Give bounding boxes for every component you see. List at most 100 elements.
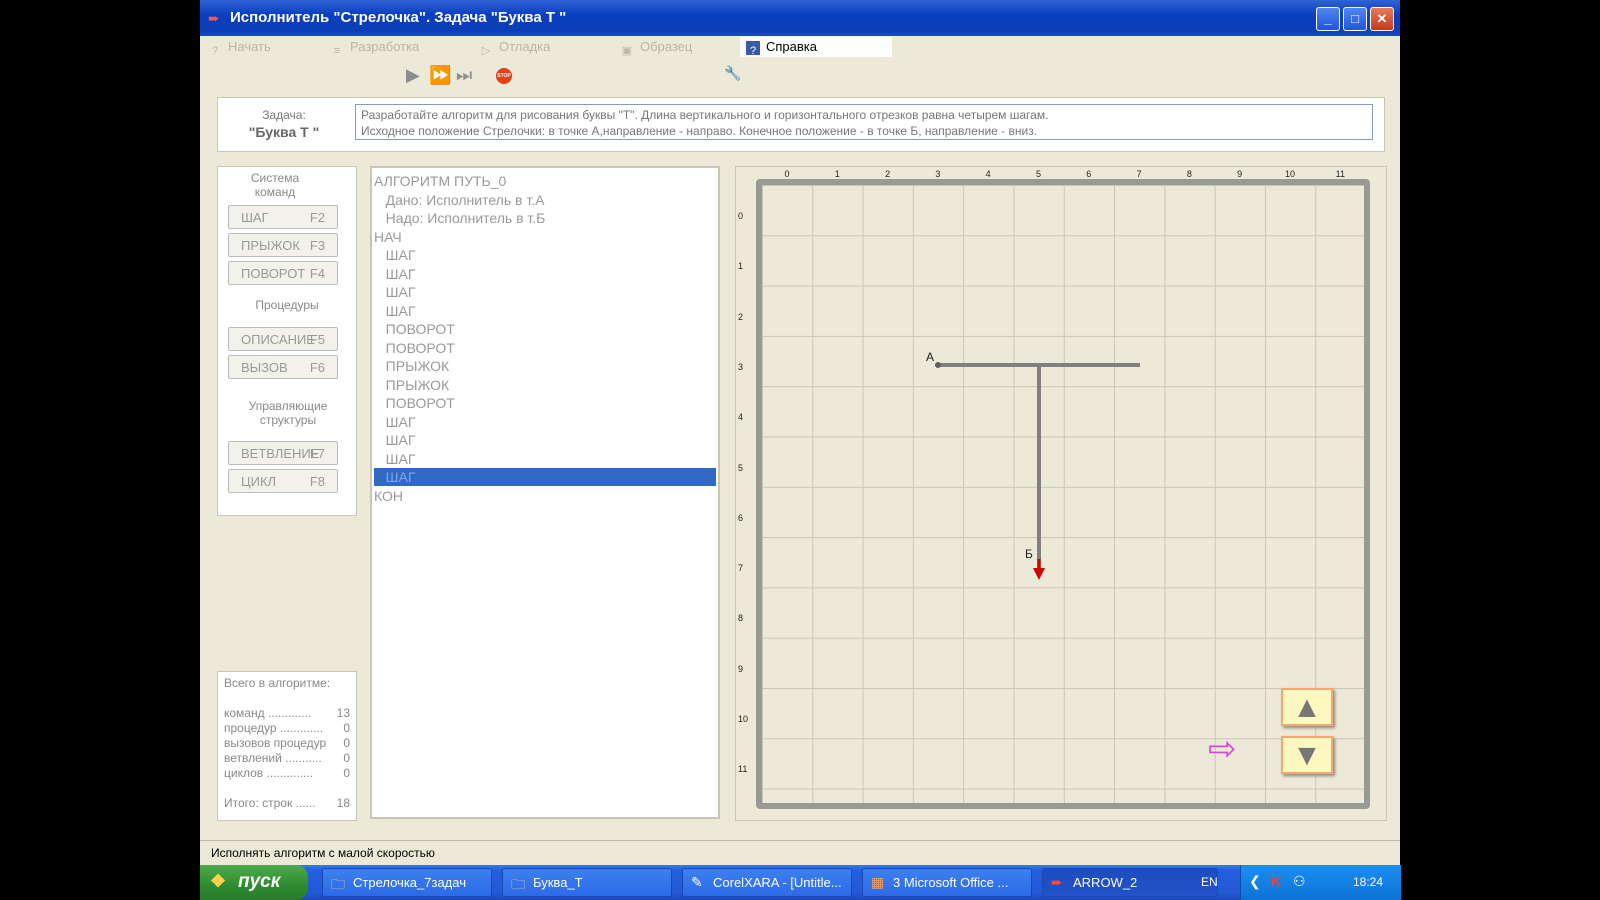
fast-run-button[interactable]: ⏭ — [456, 65, 472, 86]
button-label: ЦИКЛ — [241, 474, 277, 489]
code-line[interactable]: ПОВОРОТ — [374, 339, 716, 357]
taskbar-item-corelxara[interactable]: ✎ CorelXARA - [Untitle... — [682, 868, 852, 897]
arrow-pointer-icon: ⇨ — [1208, 730, 1237, 768]
control-structures-title: Управляющие структуры — [248, 399, 328, 427]
stat-value: 18 — [336, 796, 350, 810]
code-line[interactable]: ШАГ — [374, 413, 716, 431]
code-line[interactable]: ШАГ — [374, 265, 716, 283]
help-book-icon: ? — [746, 41, 760, 57]
cmd-turn-button[interactable]: ПОВОРОТ F4 — [228, 261, 338, 285]
x-tick-label: 8 — [1186, 169, 1192, 179]
task-line-2: Исходное положение Стрелочки: в точке А,… — [361, 124, 1038, 138]
code-line[interactable]: ПРЫЖОК — [374, 357, 716, 375]
task-box: Задача: "Буква Т " Разработайте алгоритм… — [217, 97, 1385, 152]
taskbar: ❖ пуск 🗀 Стрелочка_7задач 🗀 Буква_Т ✎ Corel… — [200, 865, 1401, 900]
folder-icon: 🗀 — [511, 876, 525, 892]
taskbar-item-office[interactable]: ▦ 3 Microsoft Office ... — [862, 868, 1032, 897]
maximize-button[interactable]: □ — [1343, 7, 1367, 31]
windows-logo-icon: ❖ — [210, 871, 227, 891]
cmd-jump-button[interactable]: ПРЫЖОК F3 — [228, 233, 338, 257]
code-line[interactable]: ШАГ — [374, 246, 716, 264]
stat-label: циклов .............. — [224, 766, 314, 780]
language-indicator[interactable]: EN — [1201, 875, 1218, 889]
close-button[interactable]: ✕ — [1370, 7, 1394, 31]
menu-debug[interactable]: ▷ Отладка — [479, 39, 551, 58]
step-button[interactable]: ⏩ — [429, 65, 451, 86]
corelxara-icon: ✎ — [691, 874, 703, 890]
stats-row: вызовов процедур 0 — [224, 736, 350, 750]
x-tick-label: 6 — [1086, 169, 1092, 179]
cmd-branch-button[interactable]: ВЕТВЛЕНИЕ F7 — [228, 441, 338, 465]
stat-value: 13 — [336, 706, 350, 720]
stats-total: Итого: строк ...... 18 — [224, 796, 350, 810]
run-button[interactable]: ▶ — [406, 65, 420, 86]
menu-sample[interactable]: ▣ Образец — [620, 39, 693, 58]
y-tick-label: 8 — [738, 613, 744, 624]
procedures-title: Процедуры — [255, 298, 319, 312]
code-line[interactable]: ШАГ — [374, 468, 716, 486]
cmd-step-button[interactable]: ШАГ F2 — [228, 205, 338, 229]
x-tick-label: 10 — [1284, 169, 1295, 179]
antivirus-icon[interactable]: K — [1271, 873, 1281, 889]
code-line[interactable]: НАЧ — [374, 228, 716, 246]
network-icon[interactable]: ⚇ — [1293, 873, 1306, 890]
taskbar-label: Стрелочка_7задач — [353, 875, 466, 890]
task-name: "Буква Т " — [248, 124, 320, 140]
button-label: ОПИСАНИЕ — [241, 332, 315, 347]
cmd-call-button[interactable]: ВЫЗОВ F6 — [228, 355, 338, 379]
status-bar: Исполнять алгоритм с малой скоростью — [200, 840, 1400, 866]
button-key: F8 — [309, 474, 325, 489]
scroll-down-button[interactable]: ▼ — [1281, 736, 1333, 774]
stat-label: Итого: строк ...... — [224, 796, 316, 810]
menu-help[interactable]: ? Справка — [740, 37, 892, 57]
taskbar-item-strelochka[interactable]: 🗀 Стрелочка_7задач — [322, 868, 492, 897]
title-bar: ➨ Исполнитель "Стрелочка". Задача "Буква… — [200, 0, 1400, 36]
code-line[interactable]: ПОВОРОТ — [374, 394, 716, 412]
code-line[interactable]: ПОВОРОТ — [374, 320, 716, 338]
code-line[interactable]: КОН — [374, 487, 716, 505]
code-line[interactable]: АЛГОРИТМ ПУТЬ_0 — [374, 172, 716, 190]
grid-frame: А Б — [756, 179, 1370, 809]
system-commands-title: Система команд — [250, 171, 300, 199]
tray-expand-icon[interactable]: ❮ — [1249, 873, 1261, 890]
stats-row: ветвлений ........... 0 — [224, 751, 350, 765]
code-line[interactable]: ШАГ — [374, 283, 716, 301]
cmd-loop-button[interactable]: ЦИКЛ F8 — [228, 469, 338, 493]
code-line[interactable]: ШАГ — [374, 450, 716, 468]
y-tick-label: 11 — [738, 764, 748, 775]
stat-value: 0 — [343, 751, 350, 765]
button-label: ПРЫЖОК — [241, 238, 300, 253]
button-key: F2 — [309, 210, 325, 225]
y-tick-label: 7 — [738, 563, 744, 574]
tools-button[interactable]: 🔧 — [724, 65, 741, 82]
code-line[interactable]: ШАГ — [374, 431, 716, 449]
start-button[interactable]: ❖ пуск — [200, 865, 308, 900]
code-line[interactable]: ПРЫЖОК — [374, 376, 716, 394]
image-icon: ▣ — [621, 45, 633, 57]
stat-label: ветвлений ........... — [224, 751, 322, 765]
minimize-button[interactable]: _ — [1316, 7, 1340, 31]
y-tick-label: 3 — [738, 361, 744, 372]
menu-development[interactable]: ≡ Разработка — [330, 39, 420, 59]
x-tick-label: 3 — [935, 169, 941, 179]
arrow-app-icon: ➨ — [208, 10, 220, 26]
code-line[interactable]: Надо: Исполнитель в т.Б — [374, 209, 716, 227]
y-tick-label: 1 — [738, 261, 744, 272]
code-line[interactable]: Дано: Исполнитель в т.А — [374, 191, 716, 209]
task-label: Задача: — [262, 108, 306, 122]
menu-start[interactable]: ? Начать — [208, 39, 271, 59]
taskbar-label: 3 Microsoft Office ... — [893, 875, 1009, 890]
menu-bar: ? Начать ≡ Разработка ▷ Отладка ▣ Образец ? С… — [200, 36, 1400, 58]
x-tick-label: 1 — [834, 169, 840, 179]
code-line[interactable]: ШАГ — [374, 302, 716, 320]
algorithm-editor[interactable]: АЛГОРИТМ ПУТЬ_0 Дано: Исполнитель в т.А … — [370, 166, 720, 819]
taskbar-item-bukva-t[interactable]: 🗀 Буква_Т — [502, 868, 672, 897]
scroll-up-button[interactable]: ▲ — [1281, 688, 1333, 726]
taskbar-item-arrow2[interactable]: ➨ ARROW_2 — [1042, 868, 1218, 897]
taskbar-label: CorelXARA - [Untitle... — [713, 875, 842, 890]
stop-button[interactable]: STOP — [496, 68, 512, 84]
stat-label: команд ............. — [224, 706, 312, 720]
task-line-1: Разработайте алгоритм для рисования букв… — [361, 108, 1049, 122]
clock: 18:24 — [1353, 875, 1384, 889]
cmd-description-button[interactable]: ОПИСАНИЕ F5 — [228, 327, 338, 351]
